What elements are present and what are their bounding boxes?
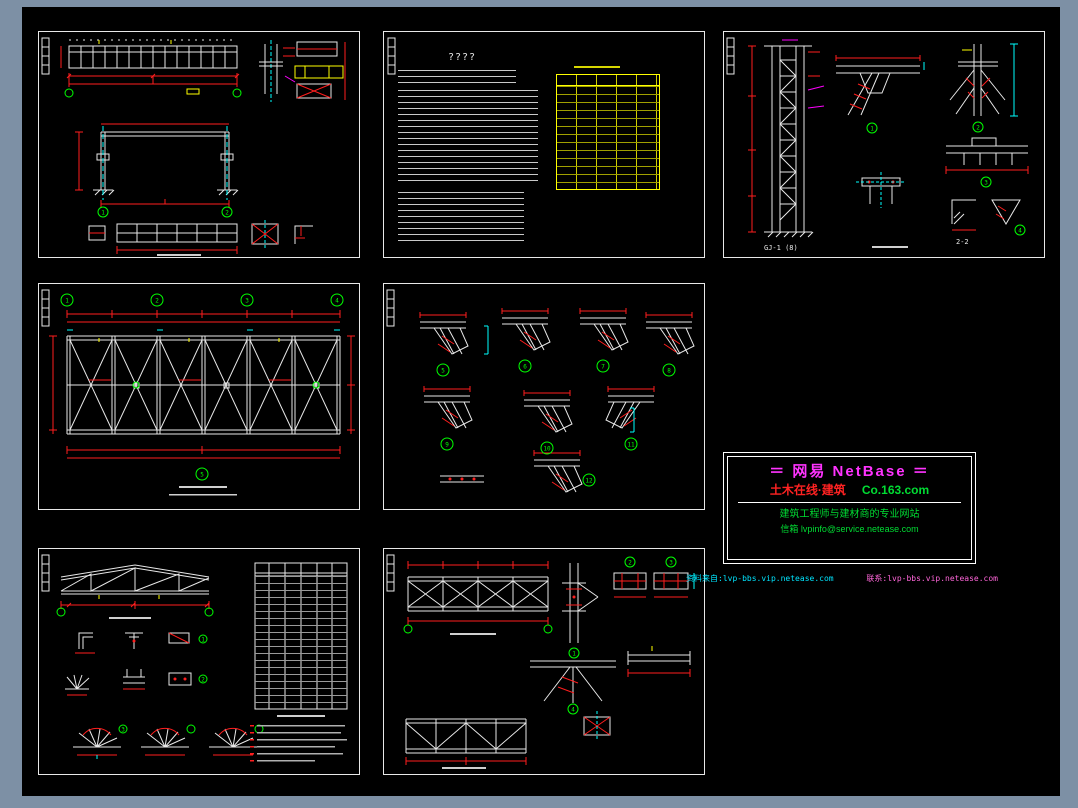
column-elevation: GJ-1 (8) bbox=[748, 39, 825, 252]
notes-paragraph bbox=[398, 70, 516, 84]
drawing-canvas[interactable]: 1 2 ???? GJ-1 (8) 1 2 3 4 2-2 1 2 3 4 5 … bbox=[22, 7, 1060, 796]
beam-section-details bbox=[259, 40, 346, 102]
member-details: 1 2 bbox=[65, 632, 208, 696]
post-detail: 1 bbox=[562, 563, 599, 659]
cad-viewer-screenshot: { "colors": { "workspace_bg": "#7d90a5",… bbox=[0, 0, 1078, 808]
detail-bubble: 11 bbox=[627, 442, 635, 449]
runway-beam-elevation bbox=[60, 39, 242, 98]
brand-title: ＝ 网易 NetBase ＝ bbox=[769, 463, 930, 480]
binding-marks bbox=[41, 289, 50, 327]
watermark-line: 资料来自:lvp-bbs.vip.netease.com 联系:lvp-bbs.… bbox=[686, 573, 998, 584]
grid-bubble: 2 bbox=[225, 210, 229, 217]
joint-detail-1: 1 bbox=[835, 55, 925, 134]
roof-truss-elevation bbox=[56, 564, 214, 619]
binding-marks bbox=[41, 554, 50, 592]
column-drawing: GJ-1 (8) 1 2 3 4 2-2 bbox=[726, 37, 1029, 252]
notes-block bbox=[250, 725, 347, 762]
grid-bubble: 1 bbox=[65, 298, 69, 305]
detail-bubble: 6 bbox=[523, 364, 527, 371]
mid-details: 4 bbox=[530, 646, 691, 715]
notes-paragraph bbox=[398, 192, 524, 242]
binding-marks bbox=[726, 37, 735, 75]
detail-grid bbox=[419, 307, 695, 493]
gusset-fans: 3 bbox=[73, 724, 264, 759]
beam-plan bbox=[88, 220, 313, 256]
roof-truss-drawing: 1 2 3 bbox=[41, 554, 348, 762]
panel-truss-details-sheet: 1 2 3 4 bbox=[383, 548, 705, 775]
site-domain: Co.163.com bbox=[861, 483, 930, 497]
contact-email: 信箱 lvpinfo@service.netease.com bbox=[780, 524, 919, 534]
member-table bbox=[254, 562, 348, 717]
binding-marks bbox=[41, 37, 50, 75]
material-table bbox=[556, 74, 660, 190]
truss-details-drawing: 1 2 3 4 bbox=[386, 554, 695, 769]
detail-bubble: 5 bbox=[441, 368, 445, 375]
grid-bubble: 3 bbox=[245, 298, 249, 305]
connection-details-drawing: 5 6 7 8 9 10 11 12 bbox=[386, 289, 695, 493]
detail-bubble: 4 bbox=[571, 707, 575, 714]
section-details: 4 2-2 bbox=[856, 172, 1026, 248]
table-rows bbox=[557, 86, 659, 189]
panel-crane-beam-sheet: 1 2 bbox=[38, 31, 360, 258]
panel-roof-truss-sheet: 1 2 3 bbox=[38, 548, 360, 775]
grid-bubble: 1 bbox=[101, 210, 105, 217]
detail-bubble: 3 bbox=[669, 560, 673, 567]
detail-bubble: 2 bbox=[201, 677, 205, 684]
detail-bubble: 1 bbox=[870, 126, 874, 133]
detail-bubble: 10 bbox=[543, 446, 551, 453]
detail-bubble: 2 bbox=[628, 560, 632, 567]
joint-detail-3: 3 bbox=[945, 137, 1029, 188]
site-slogan: 建筑工程师与建材商的专业网站 bbox=[779, 509, 920, 520]
panel-bracing-plan: 1 2 3 4 5 bbox=[38, 283, 360, 510]
grid-bubble: 2 bbox=[155, 298, 159, 305]
binding-marks bbox=[386, 289, 395, 327]
detail-bubble: 9 bbox=[445, 442, 449, 449]
watermark-source: 资料来自:lvp-bbs.vip.netease.com bbox=[686, 574, 834, 583]
table-header bbox=[557, 75, 659, 86]
brand-subtitle: 土木在线·建筑 Co.163.com bbox=[770, 482, 929, 499]
detail-bubble: 8 bbox=[667, 368, 671, 375]
bottom-truss-elevation bbox=[405, 711, 611, 769]
panel-notes-sheet: ???? bbox=[383, 31, 705, 258]
title-block-divider bbox=[737, 502, 962, 503]
top-truss-elevation bbox=[403, 561, 553, 635]
detail-bubble: 2 bbox=[976, 125, 980, 132]
notes-title: ???? bbox=[448, 52, 477, 63]
detail-bubble: 12 bbox=[585, 478, 593, 485]
panel-connection-details: 5 6 7 8 9 10 11 12 bbox=[383, 283, 705, 510]
crane-beam-drawing: 1 2 bbox=[41, 37, 346, 256]
notes-paragraph bbox=[398, 90, 538, 186]
detail-bubble: 1 bbox=[572, 651, 576, 658]
detail-bubble: 1 bbox=[201, 637, 205, 644]
bracing-plan-drawing: 1 2 3 4 5 bbox=[41, 289, 355, 496]
watermark-contact: 联系:lvp-bbs.vip.netease.com bbox=[866, 574, 998, 583]
detail-bubble: 7 bbox=[601, 364, 605, 371]
column-label: GJ-1 (8) bbox=[764, 244, 798, 252]
frame-elevation: 1 2 bbox=[75, 123, 239, 218]
table-caption bbox=[574, 66, 620, 68]
grid-bubble: 4 bbox=[335, 298, 339, 305]
panel-column-sheet: GJ-1 (8) 1 2 3 4 2-2 bbox=[723, 31, 1045, 258]
title-block-frame: ＝ 网易 NetBase ＝ 土木在线·建筑 Co.163.com 建筑工程师与… bbox=[727, 456, 972, 560]
site-name: 土木在线·建筑 bbox=[769, 483, 846, 497]
section-label: 2-2 bbox=[956, 238, 969, 246]
detail-bubbles: 5 6 7 8 9 10 11 12 bbox=[436, 359, 676, 487]
title-block-panel: ＝ 网易 NetBase ＝ 土木在线·建筑 Co.163.com 建筑工程师与… bbox=[723, 452, 976, 564]
detail-bubble: 4 bbox=[1018, 228, 1022, 235]
splice-details: 2 3 bbox=[613, 556, 695, 598]
binding-marks bbox=[386, 554, 395, 592]
joint-detail-2: 2 bbox=[949, 43, 1018, 133]
grid-bubble: 5 bbox=[200, 472, 204, 479]
detail-bubble: 3 bbox=[121, 727, 125, 734]
truss-plan bbox=[66, 335, 341, 435]
detail-bubble: 3 bbox=[984, 180, 988, 187]
